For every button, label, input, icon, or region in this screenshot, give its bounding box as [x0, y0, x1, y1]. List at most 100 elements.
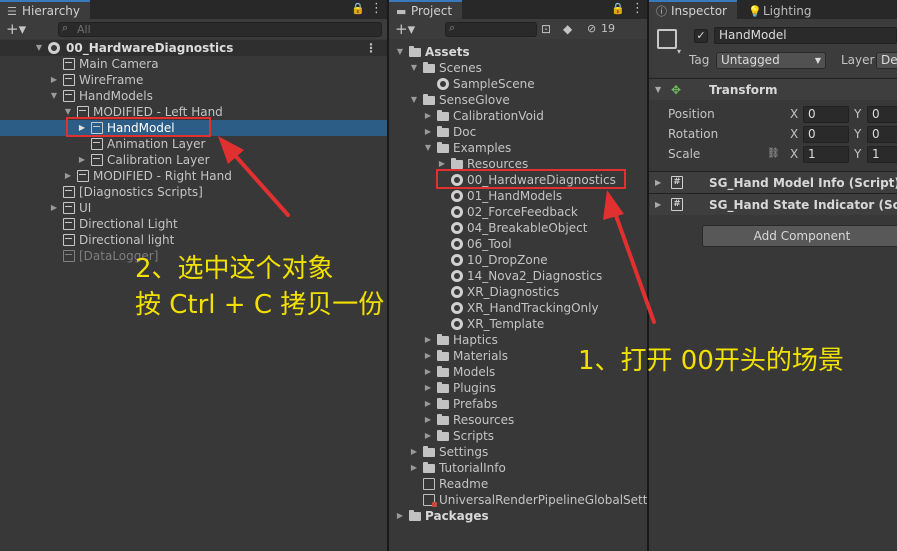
hierarchy-item-animation-layer[interactable]: Animation Layer	[0, 136, 387, 152]
hierarchy-item-directional-light-2[interactable]: Directional light	[0, 232, 387, 248]
hierarchy-item-wireframe[interactable]: ▶ WireFrame	[0, 72, 387, 88]
hierarchy-search-input[interactable]: ⌕ All	[58, 21, 382, 37]
collapse-arrow-icon[interactable]: ▶	[423, 380, 433, 396]
scale-x-field[interactable]: 1	[803, 146, 849, 163]
project-item[interactable]: ▶ Settings	[389, 444, 647, 460]
project-item[interactable]: ▶ Resources	[389, 412, 647, 428]
project-item[interactable]: ▶ Packages	[389, 508, 647, 524]
tag-dropdown[interactable]: Untagged ▼	[716, 52, 826, 69]
hierarchy-item-calibration-layer[interactable]: ▶ Calibration Layer	[0, 152, 387, 168]
tab-hierarchy[interactable]: ☰ Hierarchy	[0, 0, 91, 19]
project-item[interactable]: ▶ Doc	[389, 124, 647, 140]
collapse-arrow-icon[interactable]: ▶	[409, 444, 419, 460]
collapse-arrow-icon[interactable]: ▶	[423, 348, 433, 364]
project-item[interactable]: XR_Template	[389, 316, 647, 332]
more-options-icon[interactable]: ⋮	[631, 1, 644, 17]
search-by-type-icon[interactable]: ⊡	[541, 21, 551, 37]
component-hand-state-indicator[interactable]: ▶ # SG_Hand State Indicator (Script)	[649, 193, 897, 215]
project-item[interactable]: XR_HandTrackingOnly	[389, 300, 647, 316]
project-item[interactable]: 06_Tool	[389, 236, 647, 252]
expand-arrow-icon[interactable]: ▼	[49, 88, 59, 104]
collapse-arrow-icon[interactable]: ▶	[63, 168, 73, 184]
active-checkbox[interactable]: ✓	[694, 29, 708, 43]
hierarchy-item-right-hand[interactable]: ▶ MODIFIED - Right Hand	[0, 168, 387, 184]
position-x-field[interactable]: 0	[803, 106, 849, 123]
project-item[interactable]: ▼ Scenes	[389, 60, 647, 76]
rotation-x-field[interactable]: 0	[803, 126, 849, 143]
project-item[interactable]: ▶ Plugins	[389, 380, 647, 396]
layer-dropdown[interactable]: De	[876, 52, 897, 69]
scene-menu-icon[interactable]: ⋮	[365, 40, 377, 56]
hidden-packages-icon[interactable]: ⊘	[587, 21, 596, 37]
scene-row[interactable]: ▼ 00_HardwareDiagnostics ⋮	[0, 40, 387, 56]
expand-arrow-icon[interactable]: ▼	[423, 140, 433, 156]
collapse-arrow-icon[interactable]: ▶	[395, 508, 405, 524]
position-y-field[interactable]: 0	[867, 106, 897, 123]
project-item[interactable]: ▶ CalibrationVoid	[389, 108, 647, 124]
collapse-arrow-icon[interactable]: ▶	[77, 152, 87, 168]
expand-arrow-icon[interactable]: ▼	[409, 92, 419, 108]
gameobject-icon	[63, 234, 75, 246]
fold-arrow-icon[interactable]: ▶	[655, 172, 661, 194]
filter-label-icon[interactable]: ◆	[563, 21, 572, 37]
collapse-arrow-icon[interactable]: ▶	[423, 428, 433, 444]
collapse-arrow-icon[interactable]: ▶	[423, 364, 433, 380]
collapse-arrow-icon[interactable]: ▶	[49, 200, 59, 216]
scene-asset-icon	[451, 270, 463, 282]
expand-arrow-icon[interactable]: ▼	[34, 40, 44, 56]
collapse-arrow-icon[interactable]: ▶	[409, 460, 419, 476]
project-item[interactable]: ▶ TutorialInfo	[389, 460, 647, 476]
component-hand-model-info[interactable]: ▶ # SG_Hand Model Info (Script)	[649, 171, 897, 193]
transform-section-header[interactable]: ▼ ✥ Transform	[649, 78, 897, 100]
project-search-input[interactable]: ⌕	[445, 21, 537, 37]
expand-arrow-icon[interactable]: ▼	[409, 60, 419, 76]
object-name-field[interactable]: HandModel	[714, 27, 897, 44]
hierarchy-item-ui[interactable]: ▶ UI	[0, 200, 387, 216]
rotation-row: Rotation X 0 Y 0	[649, 124, 897, 144]
collapse-arrow-icon[interactable]: ▶	[423, 396, 433, 412]
project-item[interactable]: SampleScene	[389, 76, 647, 92]
project-item[interactable]: 02_ForceFeedback	[389, 204, 647, 220]
hierarchy-item-handmodels[interactable]: ▼ HandModels	[0, 88, 387, 104]
hierarchy-item-diagnostics-scripts[interactable]: [Diagnostics Scripts]	[0, 184, 387, 200]
project-item[interactable]: XR_Diagnostics	[389, 284, 647, 300]
collapse-arrow-icon[interactable]: ▶	[423, 108, 433, 124]
project-item[interactable]: ▶ Scripts	[389, 428, 647, 444]
project-item[interactable]: ▼ Assets	[389, 44, 647, 60]
expand-arrow-icon[interactable]: ▼	[395, 44, 405, 60]
scale-y-field[interactable]: 1	[867, 146, 897, 163]
folder-icon	[423, 446, 435, 457]
project-item[interactable]: 04_BreakableObject	[389, 220, 647, 236]
lock-icon[interactable]: 🔒	[611, 1, 625, 17]
hierarchy-item-main-camera[interactable]: Main Camera	[0, 56, 387, 72]
create-plus-icon[interactable]: +▾	[6, 21, 26, 37]
position-row: Position X 0 Y 0	[649, 104, 897, 124]
rotation-y-field[interactable]: 0	[867, 126, 897, 143]
fold-arrow-icon[interactable]: ▼	[655, 79, 661, 101]
project-item[interactable]: 10_DropZone	[389, 252, 647, 268]
collapse-arrow-icon[interactable]: ▶	[49, 72, 59, 88]
project-item[interactable]: ▼ Examples	[389, 140, 647, 156]
project-item[interactable]: 01_HandModels	[389, 188, 647, 204]
collapse-arrow-icon[interactable]: ▶	[423, 412, 433, 428]
project-item[interactable]: 14_Nova2_Diagnostics	[389, 268, 647, 284]
project-item[interactable]: UniversalRenderPipelineGlobalSettings	[389, 492, 647, 508]
fold-arrow-icon[interactable]: ▶	[655, 194, 661, 216]
add-component-button[interactable]: Add Component	[702, 225, 897, 247]
create-plus-icon[interactable]: +▾	[395, 21, 415, 37]
project-item[interactable]: Readme	[389, 476, 647, 492]
project-item[interactable]: ▶ Prefabs	[389, 396, 647, 412]
lock-icon[interactable]: 🔒	[351, 1, 365, 17]
icon-dropdown-arrow-icon[interactable]: ▾	[677, 47, 681, 56]
collapse-arrow-icon[interactable]: ▶	[423, 332, 433, 348]
tab-inspector[interactable]: ⓘ Inspector	[649, 0, 737, 19]
project-item[interactable]: ▼ SenseGlove	[389, 92, 647, 108]
tab-lighting[interactable]: 💡 Lighting	[741, 0, 822, 19]
more-options-icon[interactable]: ⋮	[370, 1, 383, 17]
tab-project[interactable]: ▬ Project	[389, 0, 463, 19]
script-icon: #	[671, 176, 683, 189]
constrain-proportions-link-icon[interactable]: ⛓	[767, 144, 780, 164]
hierarchy-item-directional-light[interactable]: Directional Light	[0, 216, 387, 232]
collapse-arrow-icon[interactable]: ▶	[423, 124, 433, 140]
layer-label: Layer	[841, 53, 875, 67]
